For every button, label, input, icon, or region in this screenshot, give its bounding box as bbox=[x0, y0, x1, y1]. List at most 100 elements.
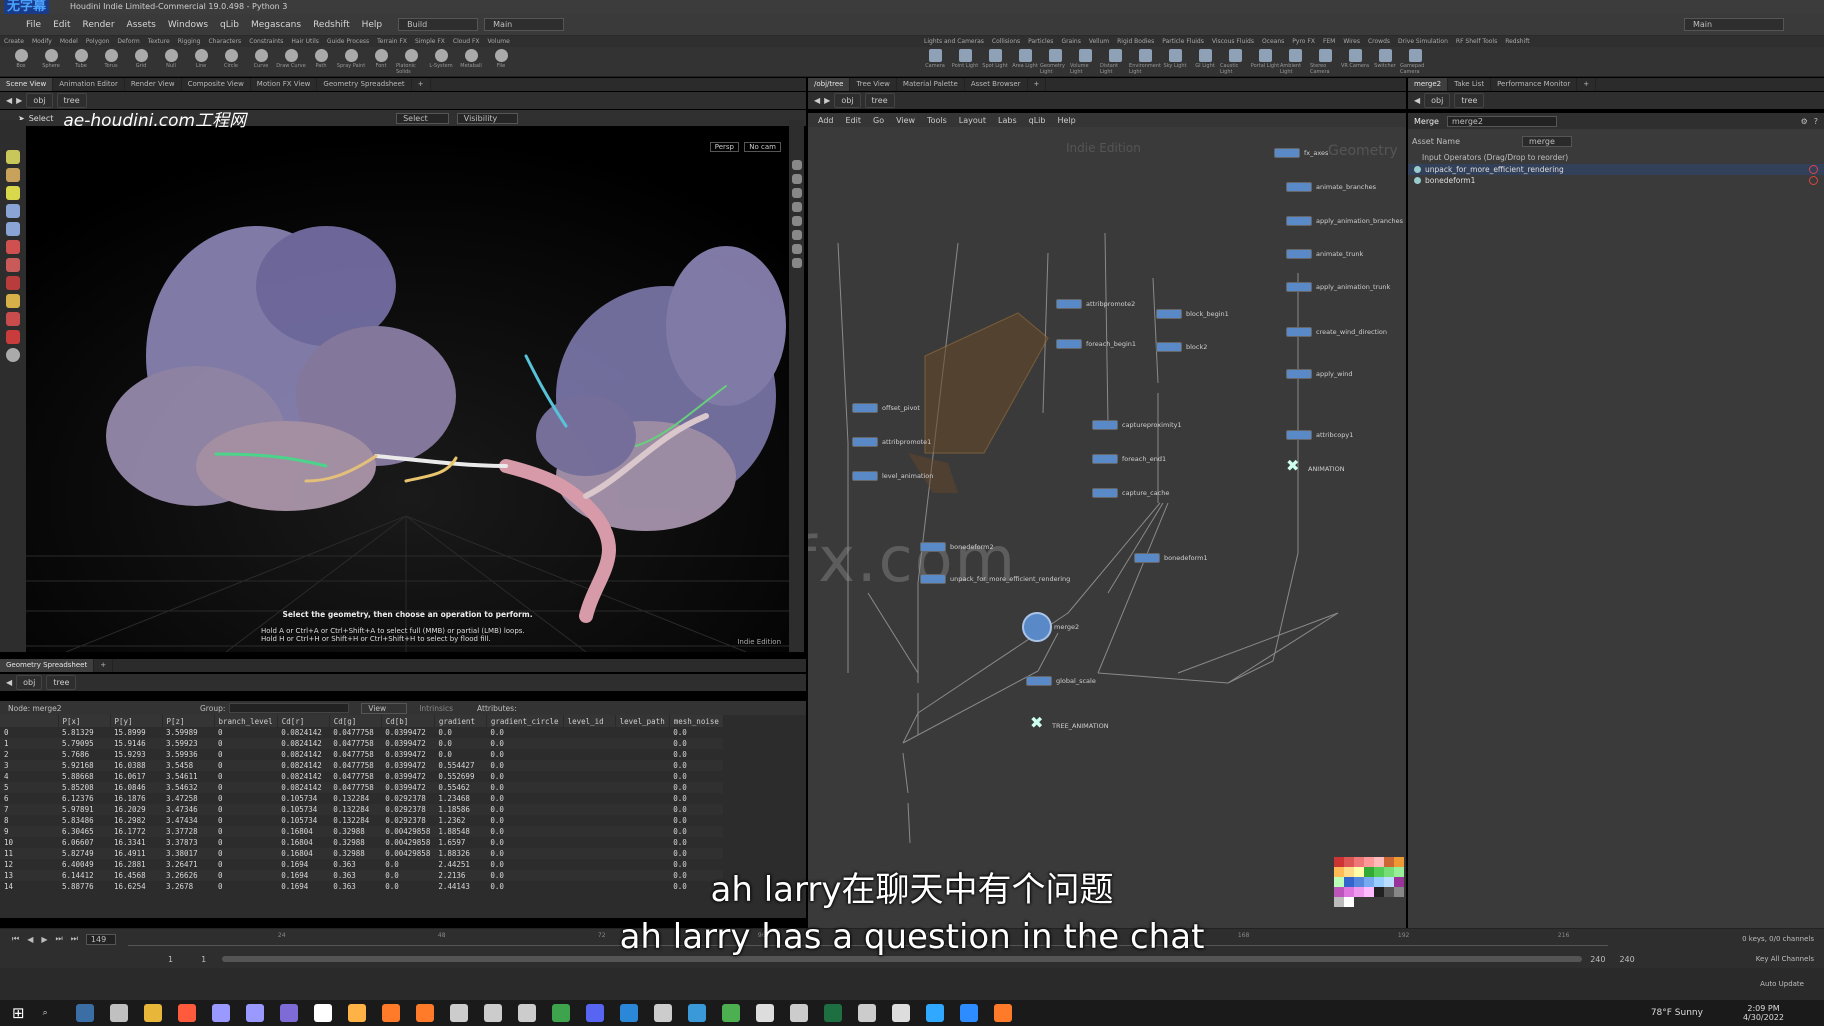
tool-area-light[interactable]: Area Light bbox=[1010, 47, 1040, 77]
taskbar-app-icon[interactable] bbox=[823, 1004, 842, 1022]
scale-tool-icon[interactable] bbox=[6, 204, 20, 218]
node-bonedeform2[interactable]: bonedeform2 bbox=[920, 542, 994, 552]
node-unpack-for-rendering[interactable]: unpack_for_more_efficient_rendering bbox=[920, 574, 1070, 584]
shelf-tab-rf-shelf-tools[interactable]: RF Shelf Tools bbox=[1452, 38, 1501, 45]
display-options-icon[interactable] bbox=[791, 160, 802, 170]
tool-curve[interactable]: Curve bbox=[246, 47, 276, 77]
desktop-select[interactable]: Build bbox=[398, 18, 479, 31]
params-path-tree[interactable]: tree bbox=[1454, 93, 1485, 108]
pose-tool-icon[interactable] bbox=[6, 258, 20, 272]
taskbar-app-icon[interactable] bbox=[891, 1004, 910, 1022]
tool-spray-paint[interactable]: Spray Paint bbox=[336, 47, 366, 77]
snap-display-icon[interactable] bbox=[791, 216, 802, 226]
add-network-tab-icon[interactable]: + bbox=[1028, 78, 1047, 91]
shelf-tab-modify[interactable]: Modify bbox=[28, 38, 56, 45]
table-row[interactable]: 11 5.82749 16.4911 3.38017 0 0.16804 0.32988 0.… bbox=[0, 848, 724, 859]
node-global-scale[interactable]: global_scale bbox=[1026, 676, 1096, 686]
select-tool-icon[interactable] bbox=[6, 150, 20, 164]
column-header[interactable]: level_path bbox=[615, 715, 670, 727]
shelf-tab-cloud-fx[interactable]: Cloud FX bbox=[449, 38, 484, 45]
tool-stereo-camera[interactable]: Stereo Camera bbox=[1310, 47, 1340, 77]
taskbar-app-icon[interactable] bbox=[245, 1004, 264, 1022]
shelf-tab-vellum[interactable]: Vellum bbox=[1085, 38, 1113, 45]
network-path-tree[interactable]: tree bbox=[864, 93, 895, 108]
node-captureproximity1[interactable]: captureproximity1 bbox=[1092, 420, 1182, 430]
tool-spot-light[interactable]: Spot Light bbox=[980, 47, 1010, 77]
column-header[interactable] bbox=[0, 715, 59, 727]
tool-geometry-light[interactable]: Geometry Light bbox=[1040, 47, 1070, 77]
shelf-tab-lights-and-cameras[interactable]: Lights and Cameras bbox=[920, 38, 988, 45]
node-apply-animation-trunk[interactable]: apply_animation_trunk bbox=[1286, 282, 1390, 292]
tool-caustic-light[interactable]: Caustic Light bbox=[1220, 47, 1250, 77]
input-list-item[interactable]: bonedeform1 bbox=[1408, 175, 1824, 186]
tab-motion-fx-view[interactable]: Motion FX View bbox=[251, 78, 318, 91]
taskbar-app-icon[interactable] bbox=[619, 1004, 638, 1022]
shelf-tab-rigid-bodies[interactable]: Rigid Bodies bbox=[1113, 38, 1158, 45]
shelf-tab-constraints[interactable]: Constraints bbox=[245, 38, 287, 45]
input-list-item[interactable]: unpack_for_more_efficient_rendering bbox=[1408, 164, 1824, 175]
table-row[interactable]: 6 6.12376 16.1876 3.47258 0 0.105734 0.132284 0… bbox=[0, 793, 723, 804]
menu-render[interactable]: Render bbox=[77, 20, 121, 30]
tab-network-obj-tree[interactable]: /obj/tree bbox=[808, 78, 851, 91]
taskbar-app-icon[interactable] bbox=[211, 1004, 230, 1022]
taskbar-app-icon[interactable] bbox=[143, 1004, 162, 1022]
column-header[interactable]: P[x] bbox=[58, 715, 111, 727]
shelf-tab-characters[interactable]: Characters bbox=[204, 38, 245, 45]
tool-gi-light[interactable]: GI Light bbox=[1190, 47, 1220, 77]
column-header[interactable]: gradient_circle bbox=[486, 715, 564, 727]
tool-null[interactable]: Null bbox=[156, 47, 186, 77]
shelf-tab-crowds[interactable]: Crowds bbox=[1364, 38, 1394, 45]
shelf-tab-simple-fx[interactable]: Simple FX bbox=[411, 38, 449, 45]
shelf-tab-volume[interactable]: Volume bbox=[484, 38, 514, 45]
menu-redshift[interactable]: Redshift bbox=[307, 20, 356, 30]
sheet-view-dropdown[interactable]: View bbox=[361, 702, 408, 714]
tab-geometry-spreadsheet[interactable]: Geometry Spreadsheet bbox=[317, 78, 412, 91]
tool-ambient-light[interactable]: Ambient Light bbox=[1280, 47, 1310, 77]
view-tool-icon[interactable] bbox=[6, 276, 20, 290]
menu-edit[interactable]: Edit bbox=[47, 20, 76, 30]
params-path-obj[interactable]: obj bbox=[1424, 93, 1451, 108]
node-attribpromote1[interactable]: attribpromote1 bbox=[852, 437, 931, 447]
table-row[interactable]: 5 5.85208 16.0846 3.54632 0 0.0824142 0.047775… bbox=[0, 782, 724, 793]
taskbar-app-icon[interactable] bbox=[755, 1004, 774, 1022]
point-numbers-icon[interactable] bbox=[791, 258, 802, 268]
tab-animation-editor[interactable]: Animation Editor bbox=[53, 78, 125, 91]
column-header[interactable]: branch_level bbox=[214, 715, 278, 727]
shelf-tab-particles[interactable]: Particles bbox=[1024, 38, 1057, 45]
tab-geometry-spreadsheet-bottom[interactable]: Geometry Spreadsheet bbox=[0, 659, 95, 672]
move-tool-icon[interactable] bbox=[6, 168, 20, 182]
visibility-dropdown[interactable]: Visibility bbox=[456, 112, 519, 124]
table-row[interactable]: 8 5.83486 16.2982 3.47434 0 0.105734 0.132284 0… bbox=[0, 815, 723, 826]
background-icon[interactable] bbox=[791, 230, 802, 240]
taskbar-app-icon[interactable] bbox=[653, 1004, 672, 1022]
taskbar-app-icon[interactable] bbox=[993, 1004, 1012, 1022]
tool-box[interactable]: Box bbox=[6, 47, 36, 77]
clock[interactable]: 2:09 PM 4/30/2022 bbox=[1743, 1004, 1784, 1022]
taskbar-app-icon[interactable] bbox=[925, 1004, 944, 1022]
node-foreach-begin1[interactable]: foreach_begin1 bbox=[1056, 339, 1136, 349]
menu-file[interactable]: File bbox=[20, 20, 47, 30]
tool-volume-light[interactable]: Volume Light bbox=[1070, 47, 1100, 77]
tool-metaball[interactable]: Metaball bbox=[456, 47, 486, 77]
sheet-path-obj[interactable]: obj bbox=[16, 675, 43, 690]
node-fx-axes[interactable]: fx_axes bbox=[1274, 148, 1328, 158]
node-name-field[interactable]: merge2 bbox=[1446, 115, 1557, 127]
node-attribpromote2[interactable]: attribpromote2 bbox=[1056, 299, 1135, 309]
remove-input-icon[interactable] bbox=[1809, 165, 1818, 174]
column-header[interactable]: Cd[b] bbox=[381, 715, 435, 727]
path-obj[interactable]: obj bbox=[26, 93, 53, 108]
camera-menu[interactable]: No cam bbox=[744, 142, 781, 152]
add-sheet-tab-icon[interactable]: + bbox=[94, 659, 114, 672]
node-create-wind-direction[interactable]: create_wind_direction bbox=[1286, 327, 1387, 337]
taskbar-app-icon[interactable] bbox=[721, 1004, 740, 1022]
column-header[interactable]: gradient bbox=[434, 715, 487, 727]
tool-camera[interactable]: Camera bbox=[920, 47, 950, 77]
shelf-tab-viscous-fluids[interactable]: Viscous Fluids bbox=[1208, 38, 1258, 45]
tool-tube[interactable]: Tube bbox=[66, 47, 96, 77]
shelf-tab-grains[interactable]: Grains bbox=[1057, 38, 1084, 45]
node-tree-animation-null[interactable]: ✖ TREE_ANIMATION bbox=[1030, 715, 1109, 731]
taskbar-app-icon[interactable] bbox=[177, 1004, 196, 1022]
node-merge2[interactable]: merge2 bbox=[1022, 612, 1079, 642]
shelf-tab-collisions[interactable]: Collisions bbox=[988, 38, 1024, 45]
tool-torus[interactable]: Torus bbox=[96, 47, 126, 77]
